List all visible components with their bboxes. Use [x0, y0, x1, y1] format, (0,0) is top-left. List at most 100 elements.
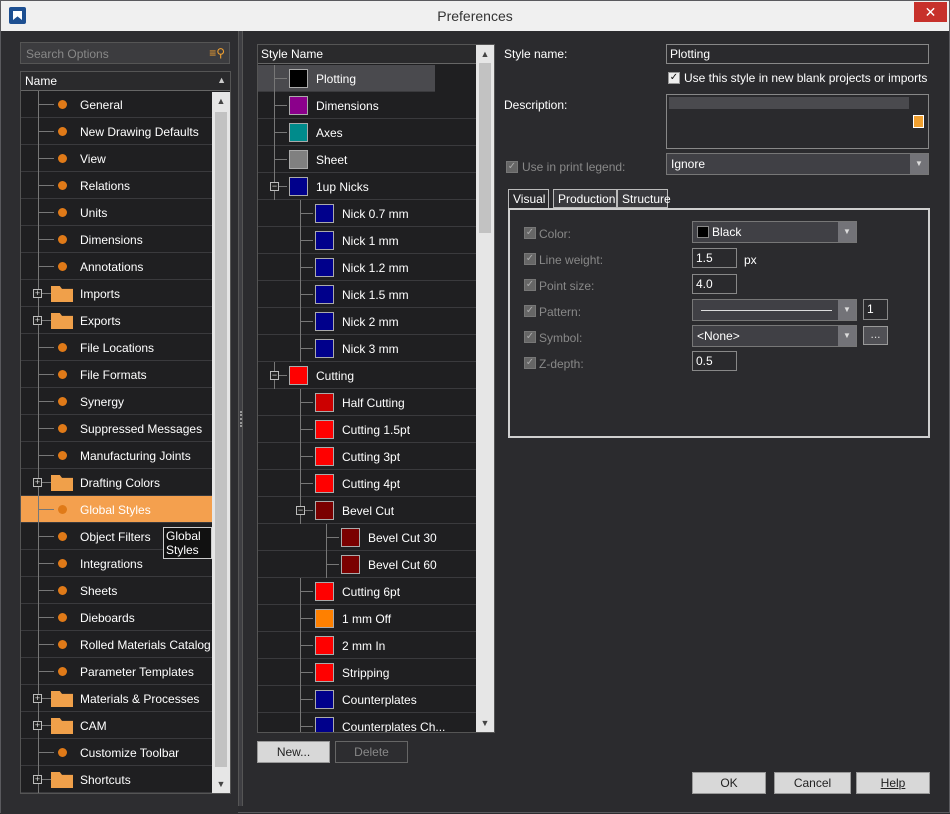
style-item[interactable]: Nick 3 mm [258, 335, 478, 362]
chevron-down-icon[interactable]: ▼ [910, 154, 928, 174]
options-item[interactable]: Annotations [21, 253, 212, 280]
options-item[interactable]: Customize Toolbar [21, 739, 212, 766]
line-weight-input[interactable]: 1.5 [692, 248, 737, 268]
options-item[interactable]: Units [21, 199, 212, 226]
style-item[interactable]: − Cutting [258, 362, 478, 389]
close-button[interactable]: ✕ [914, 2, 947, 22]
style-name-input[interactable]: Plotting [666, 44, 929, 64]
style-item[interactable]: Counterplates [258, 686, 478, 713]
options-item[interactable]: + Materials & Processes [21, 685, 212, 712]
options-item[interactable]: Integrations [21, 550, 212, 577]
symbol-checkbox[interactable]: ✓ [524, 331, 536, 343]
style-item[interactable]: Plotting [258, 65, 435, 92]
expand-plus-icon[interactable]: + [33, 478, 42, 487]
pattern-chevron-icon[interactable]: ▼ [838, 300, 856, 320]
style-item[interactable]: Stripping [258, 659, 478, 686]
tree-header[interactable]: Name ▲ [21, 72, 230, 91]
print-legend-dropdown[interactable]: Ignore ▼ [666, 153, 929, 175]
expand-plus-icon[interactable]: + [33, 721, 42, 730]
options-item[interactable]: Parameter Templates [21, 658, 212, 685]
style-item[interactable]: − Bevel Cut [258, 497, 478, 524]
options-item[interactable]: + Exports [21, 307, 212, 334]
style-item[interactable]: Bevel Cut 30 [258, 524, 478, 551]
style-scrollbar[interactable]: ▲ ▼ [476, 45, 494, 732]
collapse-minus-icon[interactable]: − [270, 371, 279, 380]
style-item[interactable]: Cutting 4pt [258, 470, 478, 497]
line-weight-checkbox[interactable]: ✓ [524, 253, 536, 265]
options-item[interactable]: + Shortcuts [21, 766, 212, 793]
expand-plus-icon[interactable]: + [33, 694, 42, 703]
use-style-checkbox[interactable]: ✓ [668, 72, 680, 84]
pane-splitter[interactable] [238, 31, 243, 806]
tab-production[interactable]: Production [553, 189, 617, 208]
help-button[interactable]: Help [856, 772, 930, 794]
style-scroll-down-icon[interactable]: ▼ [476, 714, 494, 732]
description-edit-icon[interactable] [913, 115, 924, 128]
options-item[interactable]: Manufacturing Joints [21, 442, 212, 469]
pattern-scale-input[interactable]: 1 [863, 299, 888, 320]
style-scroll-thumb[interactable] [479, 63, 491, 233]
options-item[interactable]: File Formats [21, 361, 212, 388]
options-item[interactable]: Sheets [21, 577, 212, 604]
symbol-dropdown[interactable]: <None> ▼ [692, 325, 857, 347]
options-item[interactable]: + CAM [21, 712, 212, 739]
scroll-thumb[interactable] [215, 112, 227, 767]
options-item[interactable]: + Drafting Colors [21, 469, 212, 496]
options-item[interactable]: General [21, 91, 212, 118]
point-size-checkbox[interactable]: ✓ [524, 279, 536, 291]
collapse-minus-icon[interactable]: − [270, 182, 279, 191]
options-item[interactable]: Dieboards [21, 604, 212, 631]
style-tree-header[interactable]: Style Name [258, 45, 494, 64]
color-checkbox[interactable]: ✓ [524, 227, 536, 239]
style-item[interactable]: Nick 1.2 mm [258, 254, 478, 281]
tab-visual[interactable]: Visual [508, 189, 549, 210]
zdepth-input[interactable]: 0.5 [692, 351, 737, 371]
scroll-up-icon[interactable]: ▲ [212, 92, 230, 110]
collapse-minus-icon[interactable]: − [296, 506, 305, 515]
cancel-button[interactable]: Cancel [774, 772, 851, 794]
pattern-dropdown[interactable]: ▼ [692, 299, 857, 321]
new-style-button[interactable]: New... [257, 741, 330, 763]
delete-style-button[interactable]: Delete [335, 741, 408, 763]
style-item[interactable]: Dimensions [258, 92, 478, 119]
style-item[interactable]: Cutting 1.5pt [258, 416, 478, 443]
style-item[interactable]: − 1up Nicks [258, 173, 478, 200]
point-size-input[interactable]: 4.0 [692, 274, 737, 294]
options-item[interactable]: View [21, 145, 212, 172]
options-item[interactable]: New Drawing Defaults [21, 118, 212, 145]
color-dropdown[interactable]: Black ▼ [692, 221, 857, 243]
expand-plus-icon[interactable]: + [33, 289, 42, 298]
options-scrollbar[interactable]: ▲ ▼ [212, 92, 230, 793]
style-item[interactable]: Nick 0.7 mm [258, 200, 478, 227]
sort-up-icon[interactable]: ▲ [217, 75, 226, 85]
symbol-browse-button[interactable]: ... [863, 326, 888, 345]
symbol-chevron-icon[interactable]: ▼ [838, 326, 856, 346]
style-item[interactable]: Cutting 3pt [258, 443, 478, 470]
style-item[interactable]: Cutting 6pt [258, 578, 478, 605]
options-item[interactable]: + Imports [21, 280, 212, 307]
style-item[interactable]: Bevel Cut 60 [258, 551, 478, 578]
zdepth-checkbox[interactable]: ✓ [524, 357, 536, 369]
description-input[interactable] [666, 94, 929, 149]
style-item[interactable]: Nick 2 mm [258, 308, 478, 335]
ok-button[interactable]: OK [692, 772, 766, 794]
tab-structure[interactable]: Structure [617, 189, 671, 208]
style-item[interactable]: 2 mm In [258, 632, 478, 659]
expand-plus-icon[interactable]: + [33, 775, 42, 784]
style-item[interactable]: Half Cutting [258, 389, 478, 416]
pattern-checkbox[interactable]: ✓ [524, 305, 536, 317]
options-item[interactable]: File Locations [21, 334, 212, 361]
style-item[interactable]: Nick 1.5 mm [258, 281, 478, 308]
expand-plus-icon[interactable]: + [33, 316, 42, 325]
style-item[interactable]: Nick 1 mm [258, 227, 478, 254]
options-item[interactable]: Rolled Materials Catalog [21, 631, 212, 658]
style-scroll-up-icon[interactable]: ▲ [476, 45, 494, 63]
options-item[interactable]: Suppressed Messages [21, 415, 212, 442]
style-item[interactable]: Sheet [258, 146, 478, 173]
search-icon[interactable]: ≡⚲ [209, 46, 225, 60]
options-item[interactable]: Object Filters Global Styles [21, 523, 212, 559]
print-legend-checkbox[interactable]: ✓ [506, 161, 518, 173]
options-item[interactable]: Synergy [21, 388, 212, 415]
scroll-down-icon[interactable]: ▼ [212, 775, 230, 793]
color-chevron-icon[interactable]: ▼ [838, 222, 856, 242]
